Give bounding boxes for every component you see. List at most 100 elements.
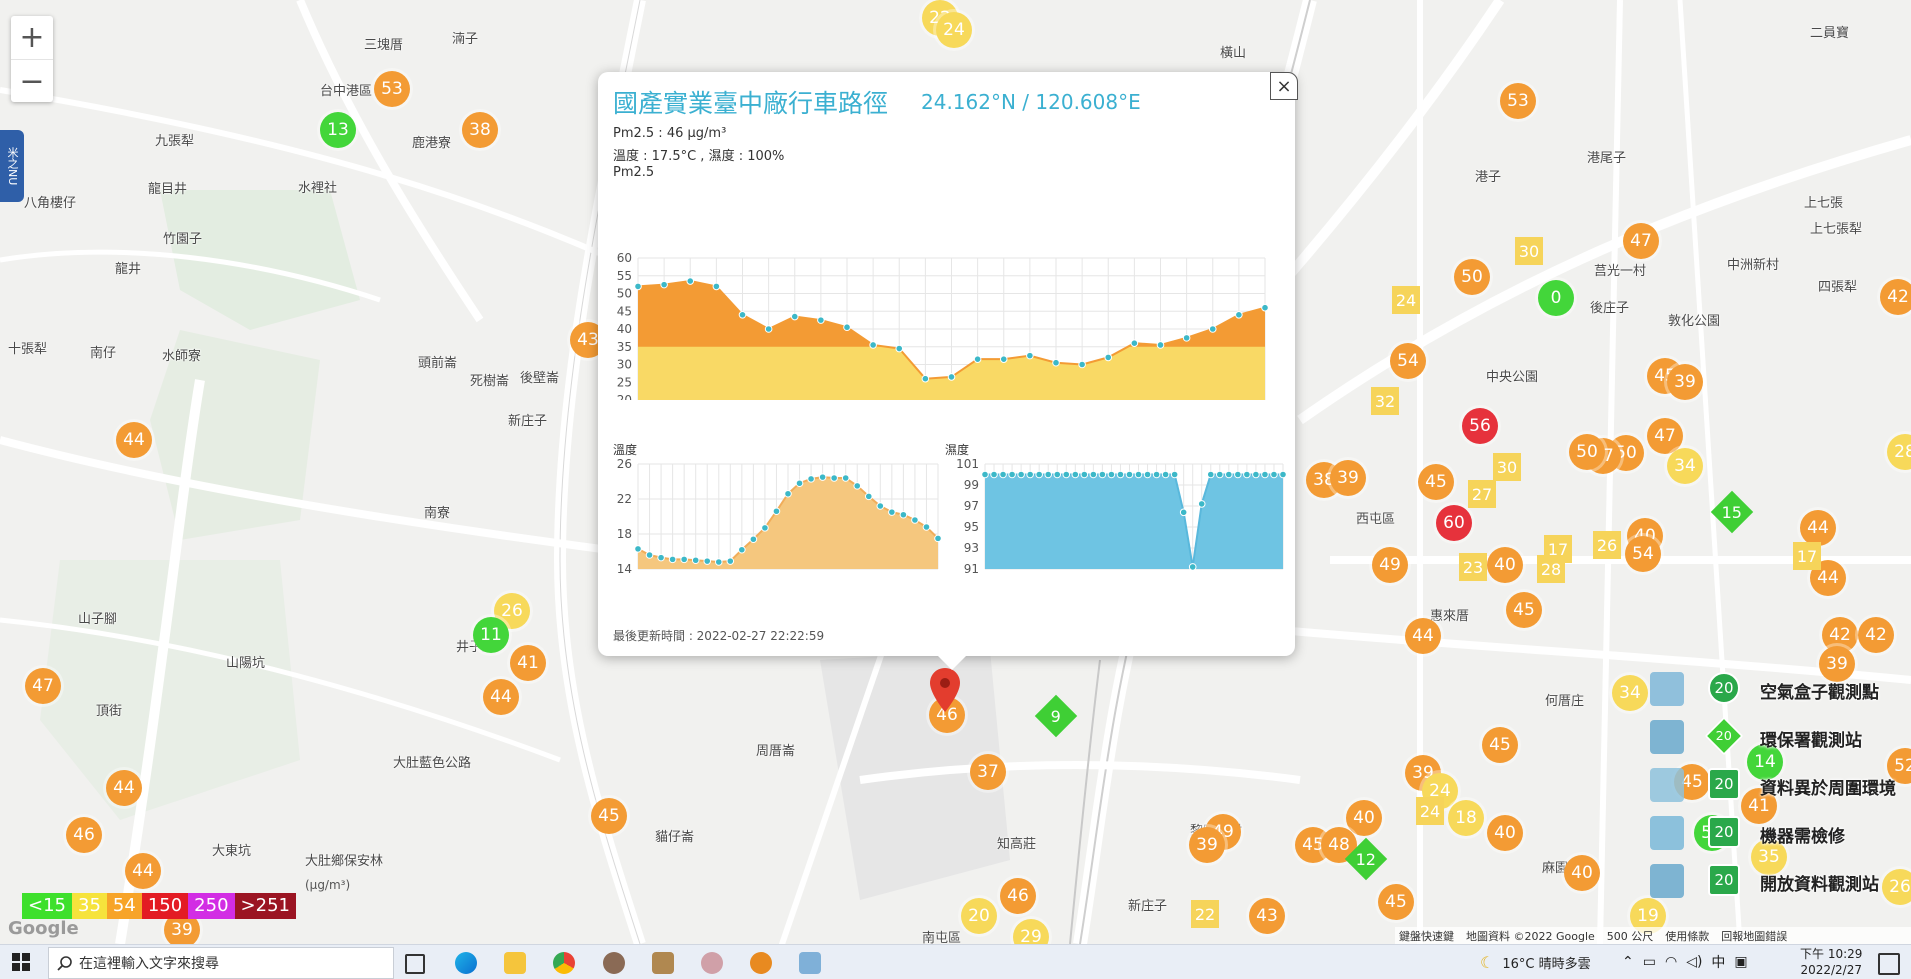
attribution-link[interactable]: 回報地圖錯誤 xyxy=(1721,928,1787,944)
chrome-icon[interactable] xyxy=(553,952,575,974)
airbox-marker[interactable]: 44 xyxy=(116,422,152,458)
airbox-marker[interactable]: 41 xyxy=(510,645,546,681)
ime-indicator[interactable]: 中 xyxy=(1711,952,1725,972)
airbox-marker[interactable]: 0 xyxy=(1538,280,1574,316)
weather-widget[interactable]: ☾ 16°C 晴時多雲 xyxy=(1480,945,1591,979)
airbox-marker[interactable]: 56 xyxy=(1462,408,1498,444)
airbox-marker[interactable]: 46 xyxy=(1000,878,1036,914)
airbox-marker[interactable]: 44 xyxy=(483,679,519,715)
blender-icon[interactable] xyxy=(750,952,772,974)
volume-icon[interactable]: ◁) xyxy=(1686,954,1702,970)
open-data-marker[interactable]: 23 xyxy=(1459,553,1487,581)
airbox-marker[interactable]: 42 xyxy=(1880,279,1911,315)
airbox-marker[interactable]: 54 xyxy=(1390,343,1426,379)
airbox-marker[interactable]: 26 xyxy=(1882,869,1911,905)
attribution-link[interactable]: 地圖資料 ©2022 Google xyxy=(1466,928,1595,944)
airbox-marker[interactable]: 42 xyxy=(1858,617,1894,653)
open-data-marker[interactable]: 32 xyxy=(1371,387,1399,415)
airbox-marker[interactable]: 46 xyxy=(66,817,102,853)
airbox-marker[interactable]: 39 xyxy=(1667,364,1703,400)
legend-swatch: 150 xyxy=(141,893,189,919)
place-label: 敦化公園 xyxy=(1668,314,1721,329)
taskbar-search-box[interactable]: 在這裡輸入文字來搜尋 xyxy=(48,947,394,979)
airbox-marker[interactable]: 40 xyxy=(1346,800,1382,836)
airbox-marker[interactable]: 45 xyxy=(1482,727,1518,763)
airbox-marker[interactable]: 39 xyxy=(1189,827,1225,863)
airbox-marker[interactable]: 40 xyxy=(1487,815,1523,851)
airbox-marker[interactable]: 49 xyxy=(1372,547,1408,583)
airbox-marker[interactable]: 53 xyxy=(1500,83,1536,119)
windows-start-icon[interactable] xyxy=(12,953,30,971)
data-point xyxy=(869,341,877,349)
network-icon[interactable]: ▭ xyxy=(1643,954,1656,970)
airbox-marker[interactable]: 45 xyxy=(1506,592,1542,628)
airbox-marker[interactable]: 45 xyxy=(591,798,627,834)
airbox-marker[interactable]: 39 xyxy=(1330,460,1366,496)
place-label: 山子腳 xyxy=(78,612,118,627)
attribution-link[interactable]: 鍵盤快速鍵 xyxy=(1399,928,1454,944)
airbox-marker[interactable]: 50 xyxy=(1569,434,1605,470)
airbox-marker[interactable]: 50 xyxy=(1454,259,1490,295)
airbox-marker[interactable]: 24 xyxy=(936,12,972,48)
airbox-marker[interactable]: 39 xyxy=(1819,646,1855,682)
open-data-marker[interactable]: 24 xyxy=(1392,286,1420,314)
app-icon-compass[interactable] xyxy=(603,952,625,974)
airbox-marker[interactable]: 40 xyxy=(1487,547,1523,583)
tray-chevron-icon[interactable]: ⌃ xyxy=(1622,954,1634,970)
attribution-link[interactable]: 500 公尺 xyxy=(1607,928,1654,944)
y-tick-label: 22 xyxy=(617,492,632,506)
app-icon-paint[interactable] xyxy=(701,952,723,974)
airbox-marker[interactable]: 34 xyxy=(1612,675,1648,711)
wifi-icon[interactable]: ◠ xyxy=(1665,954,1677,970)
moon-icon: ☾ xyxy=(1480,952,1495,972)
data-point xyxy=(1197,500,1206,508)
open-data-marker[interactable]: 30 xyxy=(1493,453,1521,481)
airbox-marker[interactable]: 60 xyxy=(1436,505,1472,541)
y-tick-label: 14 xyxy=(617,562,632,576)
taskbar-clock[interactable]: 下午 10:29 2022/2/27 xyxy=(1800,946,1862,978)
open-data-marker[interactable]: 27 xyxy=(1468,480,1496,508)
layout-icon[interactable]: ▣ xyxy=(1734,954,1747,970)
airbox-marker[interactable]: 45 xyxy=(1418,464,1454,500)
open-data-marker[interactable]: 26 xyxy=(1593,531,1621,559)
airbox-marker[interactable]: 43 xyxy=(1249,898,1285,934)
data-point xyxy=(1035,470,1043,479)
data-point xyxy=(922,523,931,531)
attribution-link[interactable]: 使用條款 xyxy=(1665,928,1709,944)
airbox-marker[interactable]: 44 xyxy=(1800,510,1836,546)
airbox-marker[interactable]: 37 xyxy=(970,754,1006,790)
airbox-marker[interactable]: 38 xyxy=(462,112,498,148)
open-data-marker[interactable]: 24 xyxy=(1416,797,1444,825)
zoom-in-button[interactable]: + xyxy=(11,16,53,60)
airbox-marker[interactable]: 40 xyxy=(1564,855,1600,891)
airbox-marker[interactable]: 54 xyxy=(1625,536,1661,572)
pm-chart-label: Pm2.5 xyxy=(613,165,655,180)
airbox-marker[interactable]: 44 xyxy=(125,853,161,889)
open-data-marker[interactable]: 22 xyxy=(1191,900,1219,928)
open-data-marker[interactable]: 28 xyxy=(1537,555,1565,583)
open-data-marker[interactable]: 17 xyxy=(1793,542,1821,570)
popup-close-button[interactable]: × xyxy=(1270,72,1298,100)
notification-icon[interactable] xyxy=(1878,953,1900,975)
airbox-marker[interactable]: 18 xyxy=(1448,800,1484,836)
app-icon-notes[interactable] xyxy=(799,952,821,974)
edge-browser-icon[interactable] xyxy=(455,952,477,974)
location-pin-icon xyxy=(930,668,960,712)
side-panel-tab[interactable]: 米之NU xyxy=(0,130,24,202)
airbox-marker[interactable]: 53 xyxy=(374,71,410,107)
place-label: 南寮 xyxy=(424,506,451,521)
zoom-out-button[interactable]: − xyxy=(11,60,53,103)
airbox-marker[interactable]: 44 xyxy=(106,770,142,806)
airbox-marker[interactable]: 13 xyxy=(320,112,356,148)
airbox-marker[interactable]: 44 xyxy=(1405,618,1441,654)
file-explorer-icon[interactable] xyxy=(504,952,526,974)
airbox-marker[interactable]: 47 xyxy=(25,668,61,704)
app-icon-animal[interactable] xyxy=(652,952,674,974)
airbox-marker[interactable]: 47 xyxy=(1623,223,1659,259)
airbox-marker[interactable]: 45 xyxy=(1378,884,1414,920)
airbox-marker[interactable]: 34 xyxy=(1667,448,1703,484)
airbox-marker[interactable]: 20 xyxy=(961,898,997,934)
task-view-icon[interactable] xyxy=(405,954,425,974)
airbox-marker[interactable]: 11 xyxy=(473,617,509,653)
open-data-marker[interactable]: 30 xyxy=(1515,237,1543,265)
